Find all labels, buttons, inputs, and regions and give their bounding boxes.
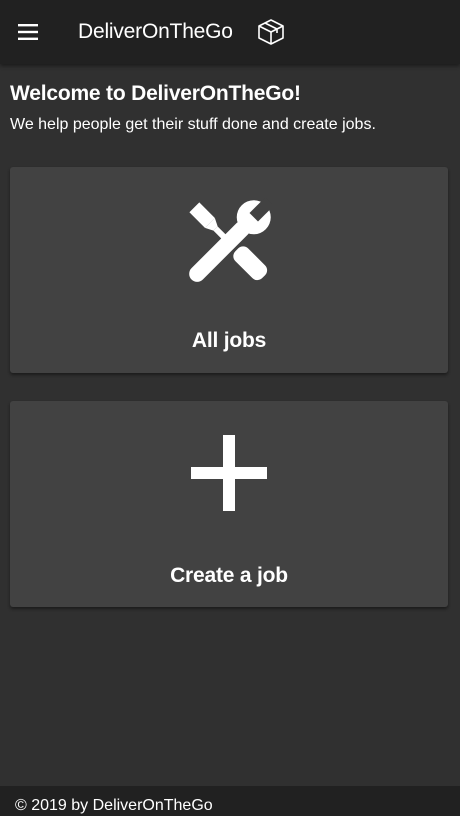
app-title: DeliverOnTheGo xyxy=(78,20,233,43)
box-icon xyxy=(255,16,287,48)
create-job-label: Create a job xyxy=(170,564,288,587)
footer-copyright: © 2019 by DeliverOnTheGo xyxy=(15,797,213,814)
menu-button[interactable] xyxy=(0,0,56,64)
create-job-card[interactable]: Create a job xyxy=(10,401,448,607)
tools-icon xyxy=(10,187,448,297)
menu-icon xyxy=(18,24,38,40)
welcome-subtitle: We help people get their stuff done and … xyxy=(10,116,376,133)
main-content: Welcome to DeliverOnTheGo! We help peopl… xyxy=(0,64,460,786)
all-jobs-card[interactable]: All jobs xyxy=(10,167,448,373)
plus-icon xyxy=(10,435,448,511)
app-bar: DeliverOnTheGo xyxy=(0,0,460,64)
welcome-title: Welcome to DeliverOnTheGo! xyxy=(10,82,301,105)
footer: © 2019 by DeliverOnTheGo xyxy=(0,786,460,816)
all-jobs-label: All jobs xyxy=(191,329,267,352)
